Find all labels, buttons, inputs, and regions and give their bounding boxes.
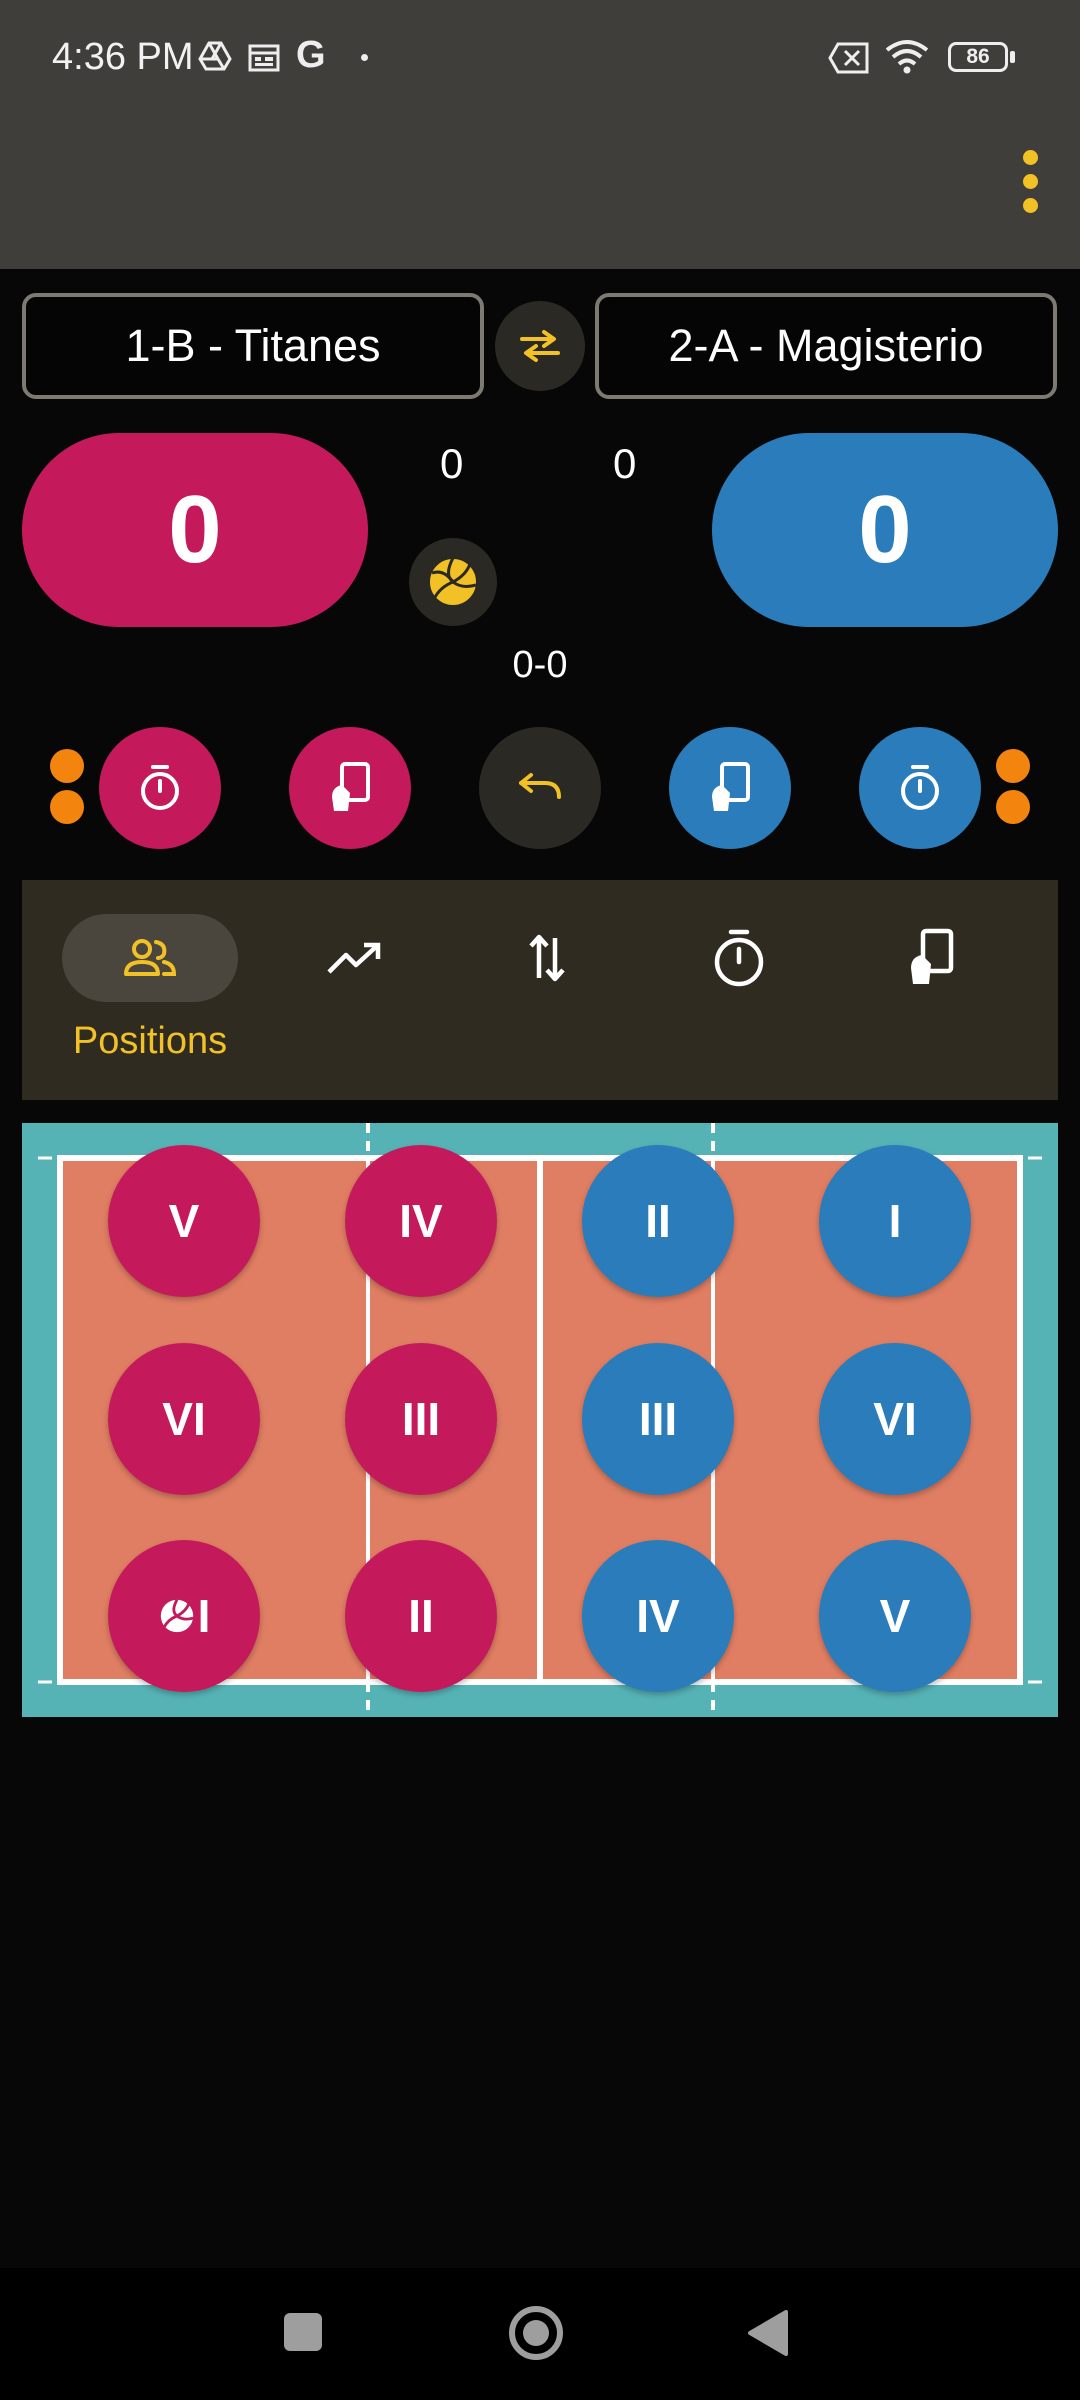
drive-icon <box>198 41 232 71</box>
swap-icon <box>520 330 560 362</box>
left-player-position[interactable]: VI <box>108 1343 260 1495</box>
recents-icon[interactable] <box>284 2313 322 2351</box>
serve-indicator <box>409 538 497 626</box>
left-player-position[interactable]: IV <box>345 1145 497 1297</box>
battery-level: 86 <box>966 45 990 68</box>
team-right-name: 2-A - Magisterio <box>668 320 984 371</box>
swap-vert-icon <box>529 934 565 982</box>
tab-stats-pill <box>267 914 443 1002</box>
team-right-score-button[interactable]: 0 <box>712 433 1058 627</box>
trending-up-icon <box>327 942 381 974</box>
position-label: V <box>168 1195 200 1247</box>
position-label: III <box>401 1393 441 1445</box>
swap-teams-button[interactable] <box>495 301 585 391</box>
left-player-server[interactable]: I <box>108 1540 260 1692</box>
volleyball-icon <box>428 557 478 607</box>
position-label: II <box>408 1590 434 1642</box>
home-icon[interactable] <box>509 2306 563 2360</box>
volleyball-icon <box>160 1599 194 1633</box>
system-nav-bar <box>0 2268 1080 2400</box>
team-right-score: 0 <box>858 476 912 583</box>
timeout-icon <box>901 765 939 810</box>
right-player-position[interactable]: III <box>582 1343 734 1495</box>
card-icon <box>911 928 954 984</box>
status-bar: 4:36 PM G 86 <box>0 0 1080 116</box>
tab-bar: Positions <box>22 880 1058 1100</box>
dot-icon <box>361 54 368 61</box>
tab-positions-pill <box>62 914 238 1002</box>
back-icon[interactable] <box>746 2308 790 2358</box>
right-player-position[interactable]: VI <box>819 1343 971 1495</box>
app-bar <box>0 116 1080 269</box>
no-sim-icon <box>828 42 869 74</box>
google-icon: G <box>296 34 326 76</box>
left-player-position[interactable]: II <box>345 1540 497 1692</box>
right-player-position[interactable]: V <box>819 1540 971 1692</box>
right-card-button[interactable] <box>669 727 791 849</box>
more-vert-icon[interactable] <box>1016 150 1046 214</box>
right-timeout-button[interactable] <box>859 727 981 849</box>
left-player-position[interactable]: III <box>345 1343 497 1495</box>
left-player-position[interactable]: V <box>108 1145 260 1297</box>
battery-icon: 86 <box>948 42 1008 72</box>
tab-cards[interactable] <box>835 880 1027 1100</box>
tab-positions[interactable]: Positions <box>54 880 246 1100</box>
set-score: 0-0 <box>512 644 568 686</box>
right-timeout-dot <box>996 790 1030 824</box>
status-time: 4:36 PM <box>52 36 194 78</box>
team-left-score-button[interactable]: 0 <box>22 433 368 627</box>
tab-timeouts[interactable] <box>643 880 835 1100</box>
tab-positions-label: Positions <box>72 1020 228 1062</box>
tab-cards-pill <box>843 914 1019 1002</box>
timeout-icon <box>141 765 179 810</box>
left-timeout-dot <box>50 749 84 783</box>
team-left-score: 0 <box>168 476 222 583</box>
right-player-position[interactable]: IV <box>582 1540 734 1692</box>
timeout-icon <box>714 929 764 987</box>
people-icon <box>124 939 177 976</box>
left-timeout-dot <box>50 790 84 824</box>
tab-substitutions[interactable] <box>451 880 643 1100</box>
position-label: VI <box>873 1393 917 1445</box>
position-label: I <box>197 1590 211 1642</box>
undo-button[interactable] <box>479 727 601 849</box>
team-left-name: 1-B - Titanes <box>125 320 381 371</box>
position-label: V <box>879 1590 911 1642</box>
battery-tip <box>1010 51 1015 63</box>
wifi-icon <box>885 40 929 74</box>
right-player-position[interactable]: I <box>819 1145 971 1297</box>
position-label: II <box>645 1195 671 1247</box>
right-timeout-dot <box>996 749 1030 783</box>
tab-substitutions-pill <box>459 914 635 1002</box>
card-icon <box>712 762 750 811</box>
position-label: VI <box>162 1393 206 1445</box>
tab-stats[interactable] <box>259 880 451 1100</box>
right-player-position[interactable]: II <box>582 1145 734 1297</box>
position-label: IV <box>399 1195 443 1247</box>
left-timeout-button[interactable] <box>99 727 221 849</box>
team-right-sets: 0 <box>613 440 637 487</box>
undo-icon <box>519 773 561 799</box>
position-label: I <box>888 1195 902 1247</box>
position-label: IV <box>636 1590 680 1642</box>
left-card-button[interactable] <box>289 727 411 849</box>
court: V IV VI III I II II I III VI IV V <box>22 1123 1058 1717</box>
team-right-name-box[interactable]: 2-A - Magisterio <box>595 293 1057 399</box>
team-left-name-box[interactable]: 1-B - Titanes <box>22 293 484 399</box>
calendar-icon <box>248 44 280 72</box>
position-label: III <box>638 1393 678 1445</box>
card-icon <box>332 762 370 811</box>
tab-timeouts-pill <box>651 914 827 1002</box>
team-left-sets: 0 <box>440 440 464 487</box>
